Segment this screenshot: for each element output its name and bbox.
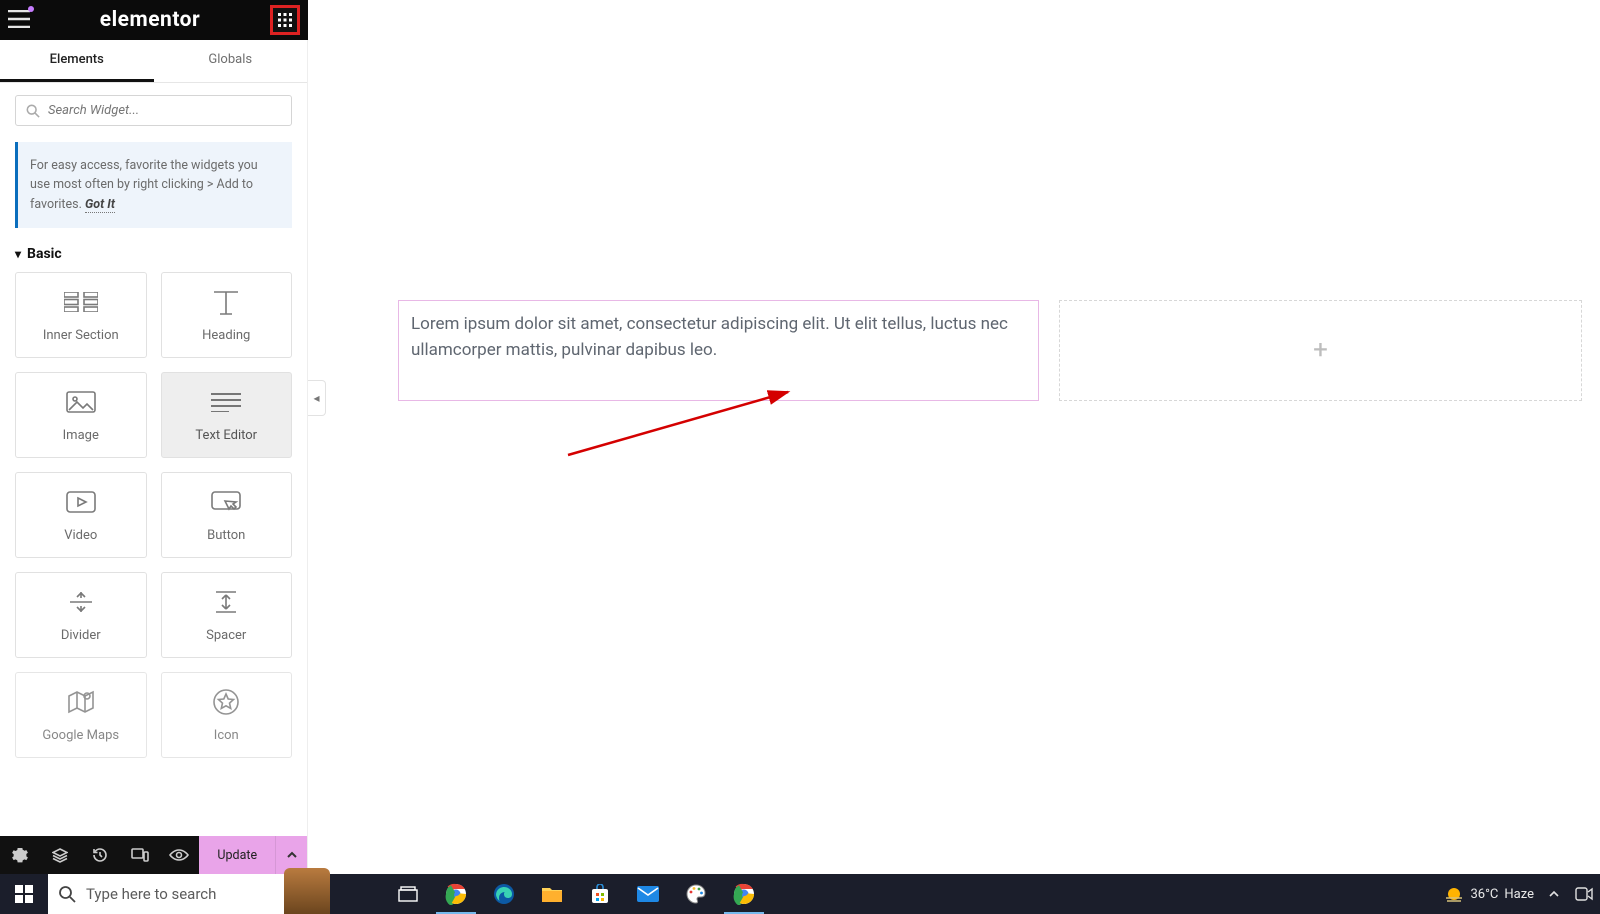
tray-chevron-icon[interactable] [1544,884,1564,904]
category-basic-header[interactable]: ▾ Basic [0,242,307,272]
taskbar-app-mail[interactable] [624,874,672,914]
widget-divider[interactable]: Divider [15,572,147,658]
notification-dot-icon [28,6,34,12]
widget-label: Google Maps [42,728,119,743]
widget-heading[interactable]: Heading [161,272,293,358]
button-icon [211,488,241,516]
task-view-button[interactable] [384,874,432,914]
chevron-down-icon: ▾ [15,247,21,261]
windows-taskbar: Type here to search [0,874,1600,914]
widget-spacer[interactable]: Spacer [161,572,293,658]
apps-button[interactable] [270,5,300,35]
video-icon [66,488,96,516]
weather-desc: Haze [1504,887,1534,902]
widget-label: Heading [202,328,250,343]
responsive-button[interactable] [120,836,160,874]
settings-button[interactable] [0,836,40,874]
widget-label: Image [63,428,99,443]
heading-icon [211,288,241,316]
hint-dismiss[interactable]: Got It [85,197,115,213]
widget-icon[interactable]: Icon [161,672,293,758]
update-button[interactable]: Update [199,836,275,874]
widget-grid: Inner Section Heading Image [0,272,307,758]
widget-label: Button [207,528,245,543]
search-field[interactable] [48,103,281,118]
star-icon [213,688,239,716]
widget-label: Icon [214,728,239,743]
taskbar-weather[interactable]: 36°C Haze [1444,884,1534,904]
inner-section-icon [64,288,98,316]
map-icon [67,688,95,716]
widget-label: Spacer [206,628,246,643]
tray-meet-now-icon[interactable] [1574,884,1594,904]
add-section-button[interactable]: + [1059,300,1582,401]
tab-elements[interactable]: Elements [0,40,154,82]
search-input[interactable] [15,95,292,126]
text-editor-widget-instance[interactable]: Lorem ipsum dolor sit amet, consectetur … [398,300,1039,401]
update-options-button[interactable] [275,836,307,874]
menu-icon[interactable] [8,10,30,30]
panel-collapse-button[interactable]: ◂ [308,380,326,416]
hint-text: For easy access, favorite the widgets yo… [30,158,258,212]
panel-header: elementor [0,0,308,40]
taskbar-search-placeholder: Type here to search [86,885,216,903]
taskbar-app-paint[interactable] [672,874,720,914]
search-icon [26,104,40,118]
tab-globals[interactable]: Globals [154,40,308,82]
panel-footer: Update [0,836,307,874]
weather-temp: 36°C [1470,887,1498,902]
taskbar-app-store[interactable] [576,874,624,914]
preview-button[interactable] [160,836,200,874]
panel-tabs: Elements Globals [0,40,307,83]
widget-label: Divider [61,628,101,643]
widget-label: Inner Section [43,328,119,343]
widget-text-editor[interactable]: Text Editor [161,372,293,458]
widget-label: Text Editor [195,428,257,443]
cortana-avatar [284,868,330,914]
plus-icon: + [1313,335,1328,365]
favorites-hint: For easy access, favorite the widgets yo… [15,142,292,228]
widget-image[interactable]: Image [15,372,147,458]
widget-inner-section[interactable]: Inner Section [15,272,147,358]
editor-canvas[interactable]: Lorem ipsum dolor sit amet, consectetur … [308,0,1600,874]
widget-label: Video [64,528,97,543]
taskbar-search[interactable]: Type here to search [48,874,328,914]
divider-icon [68,588,94,616]
navigator-button[interactable] [40,836,80,874]
editor-panel: elementor Elements Globals [0,0,308,874]
taskbar-app-chrome-2[interactable] [720,874,768,914]
image-icon [66,388,96,416]
weather-icon [1444,884,1464,904]
widget-button[interactable]: Button [161,472,293,558]
text-editor-icon [211,388,241,416]
logo: elementor [30,8,270,32]
spacer-icon [214,588,238,616]
widget-google-maps[interactable]: Google Maps [15,672,147,758]
taskbar-app-edge[interactable] [480,874,528,914]
taskbar-app-explorer[interactable] [528,874,576,914]
widget-video[interactable]: Video [15,472,147,558]
search-icon [58,885,76,903]
start-button[interactable] [0,874,48,914]
category-basic-label: Basic [27,246,62,262]
history-button[interactable] [80,836,120,874]
taskbar-app-chrome[interactable] [432,874,480,914]
